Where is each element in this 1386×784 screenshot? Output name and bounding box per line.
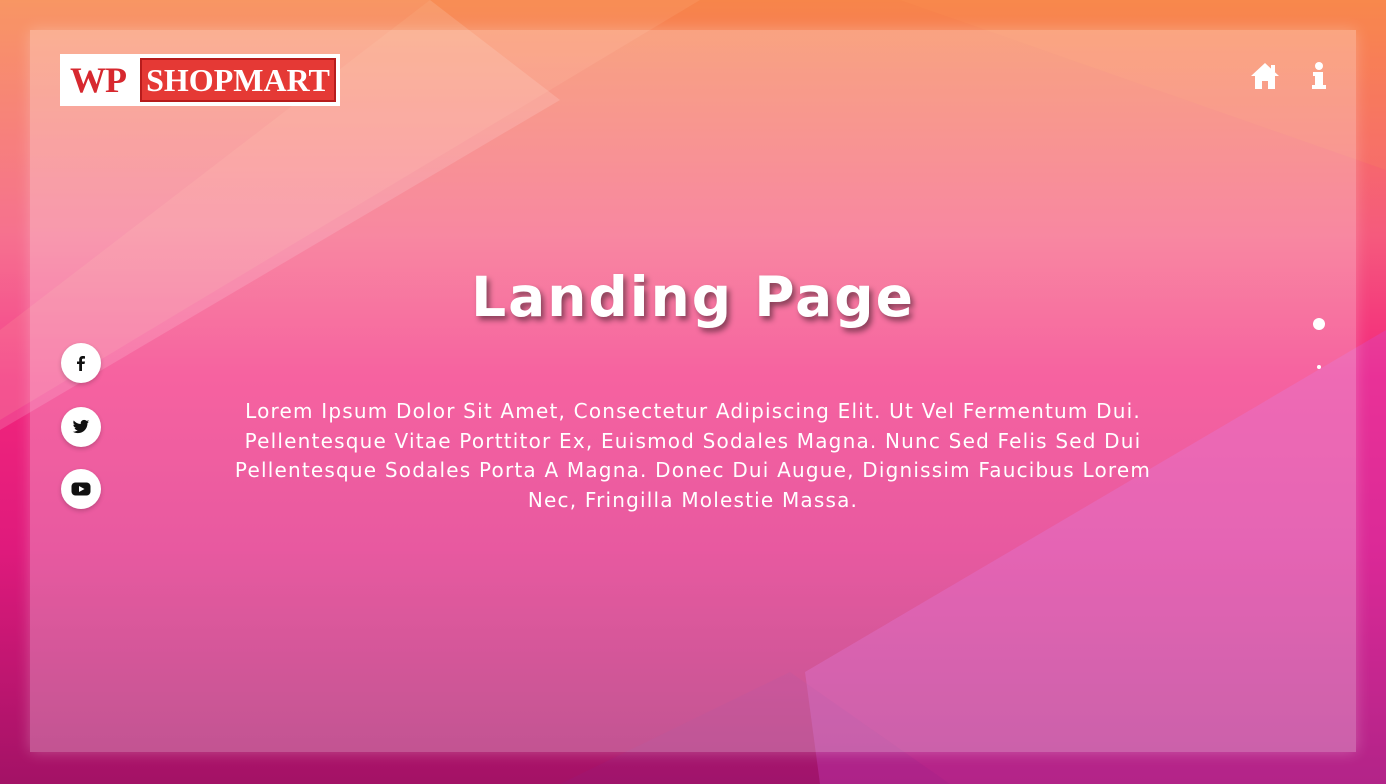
slider-dot-active[interactable]: [1313, 318, 1325, 330]
content-frame: [30, 30, 1356, 752]
twitter-icon: [72, 419, 90, 434]
youtube-button[interactable]: [61, 469, 101, 509]
logo-prefix: WP: [70, 60, 127, 100]
home-icon[interactable]: [1249, 60, 1281, 92]
info-icon[interactable]: [1303, 60, 1335, 92]
youtube-icon: [71, 482, 91, 496]
landing-page: WP SHOPMART Landing Page Lorem Ipsum Dol…: [0, 0, 1386, 784]
page-title: Landing Page: [471, 265, 915, 329]
logo-name: SHOPMART: [140, 58, 336, 102]
twitter-button[interactable]: [61, 407, 101, 447]
facebook-button[interactable]: [61, 343, 101, 383]
hero-description: Lorem Ipsum Dolor Sit Amet, Consectetur …: [234, 399, 1152, 512]
logo[interactable]: WP SHOPMART: [60, 54, 340, 106]
slider-dot[interactable]: [1317, 365, 1321, 369]
facebook-icon: [77, 356, 85, 371]
